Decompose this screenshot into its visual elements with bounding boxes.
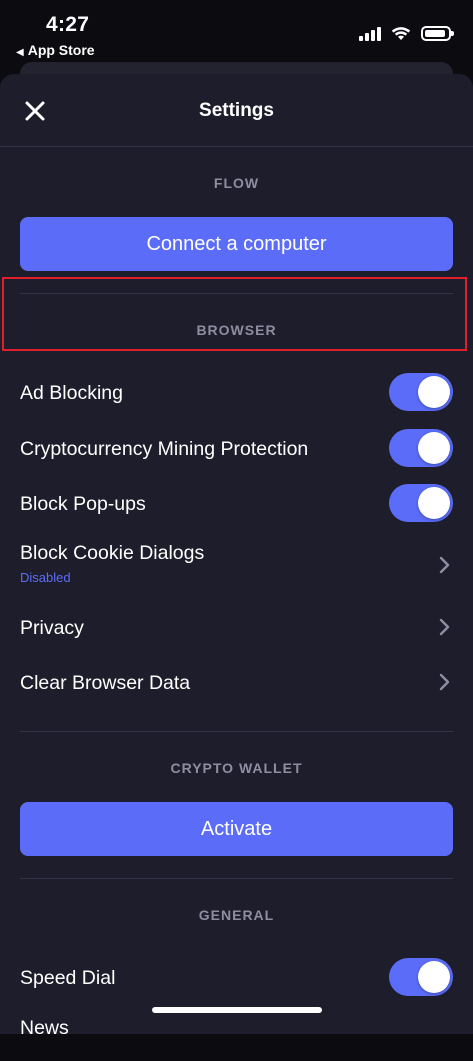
setting-row-news[interactable]: News — [0, 1005, 473, 1061]
setting-row-block-popups[interactable]: Block Pop-ups — [0, 475, 473, 531]
crypto-mining-protection-toggle[interactable] — [389, 429, 453, 467]
setting-row-block-cookie-dialogs[interactable]: Block Cookie Dialogs Disabled — [0, 532, 473, 588]
divider — [20, 731, 453, 732]
setting-label: Block Pop-ups — [20, 493, 146, 515]
divider — [20, 293, 453, 294]
setting-label: Privacy — [20, 617, 84, 639]
activate-wallet-button[interactable]: Activate — [20, 802, 453, 856]
home-indicator — [152, 1007, 322, 1013]
section-label-crypto-wallet: CRYPTO WALLET — [170, 760, 303, 776]
setting-label: Cryptocurrency Mining Protection — [20, 438, 309, 460]
setting-row-privacy[interactable]: Privacy — [0, 599, 473, 655]
ad-blocking-toggle[interactable] — [389, 373, 453, 411]
speed-dial-toggle[interactable] — [389, 958, 453, 996]
setting-label: Block Cookie Dialogs — [20, 542, 205, 564]
settings-header: Settings — [0, 74, 473, 147]
chevron-right-icon — [439, 556, 450, 574]
setting-label: Ad Blocking — [20, 382, 123, 404]
setting-row-speed-dial[interactable]: Speed Dial — [0, 949, 473, 1005]
cellular-signal-icon — [359, 26, 381, 41]
connect-computer-button[interactable]: Connect a computer — [20, 217, 453, 271]
section-label-general: GENERAL — [198, 907, 275, 923]
battery-icon — [421, 26, 454, 41]
section-label-flow: FLOW — [213, 175, 260, 191]
setting-label: Clear Browser Data — [20, 672, 191, 694]
status-time: 4:27 — [46, 13, 90, 36]
setting-label: News — [20, 1017, 69, 1039]
chevron-right-icon — [439, 673, 450, 691]
divider — [20, 878, 453, 879]
section-label-browser: BROWSER — [196, 322, 277, 338]
back-triangle-icon: ◀ — [16, 47, 24, 58]
setting-row-clear-browser-data[interactable]: Clear Browser Data — [0, 654, 473, 710]
block-popups-toggle[interactable] — [389, 484, 453, 522]
toggle-knob — [418, 961, 450, 993]
toggle-knob — [418, 487, 450, 519]
chevron-right-icon — [439, 618, 450, 636]
status-sublabel: Disabled — [20, 570, 71, 585]
back-to-app-store-link[interactable]: ◀ App Store — [16, 42, 95, 58]
status-bar: 4:27 ◀ App Store — [0, 0, 473, 62]
setting-row-crypto-mining-protection[interactable]: Cryptocurrency Mining Protection — [0, 420, 473, 476]
wifi-icon — [391, 27, 411, 40]
settings-sheet: Settings FLOW Connect a computer BROWSER… — [0, 74, 473, 1039]
toggle-knob — [418, 432, 450, 464]
setting-label: Speed Dial — [20, 967, 116, 989]
back-app-label: App Store — [27, 42, 95, 58]
setting-row-ad-blocking[interactable]: Ad Blocking — [0, 364, 473, 420]
page-title: Settings — [199, 100, 274, 121]
status-icons — [359, 26, 454, 41]
toggle-knob — [418, 376, 450, 408]
